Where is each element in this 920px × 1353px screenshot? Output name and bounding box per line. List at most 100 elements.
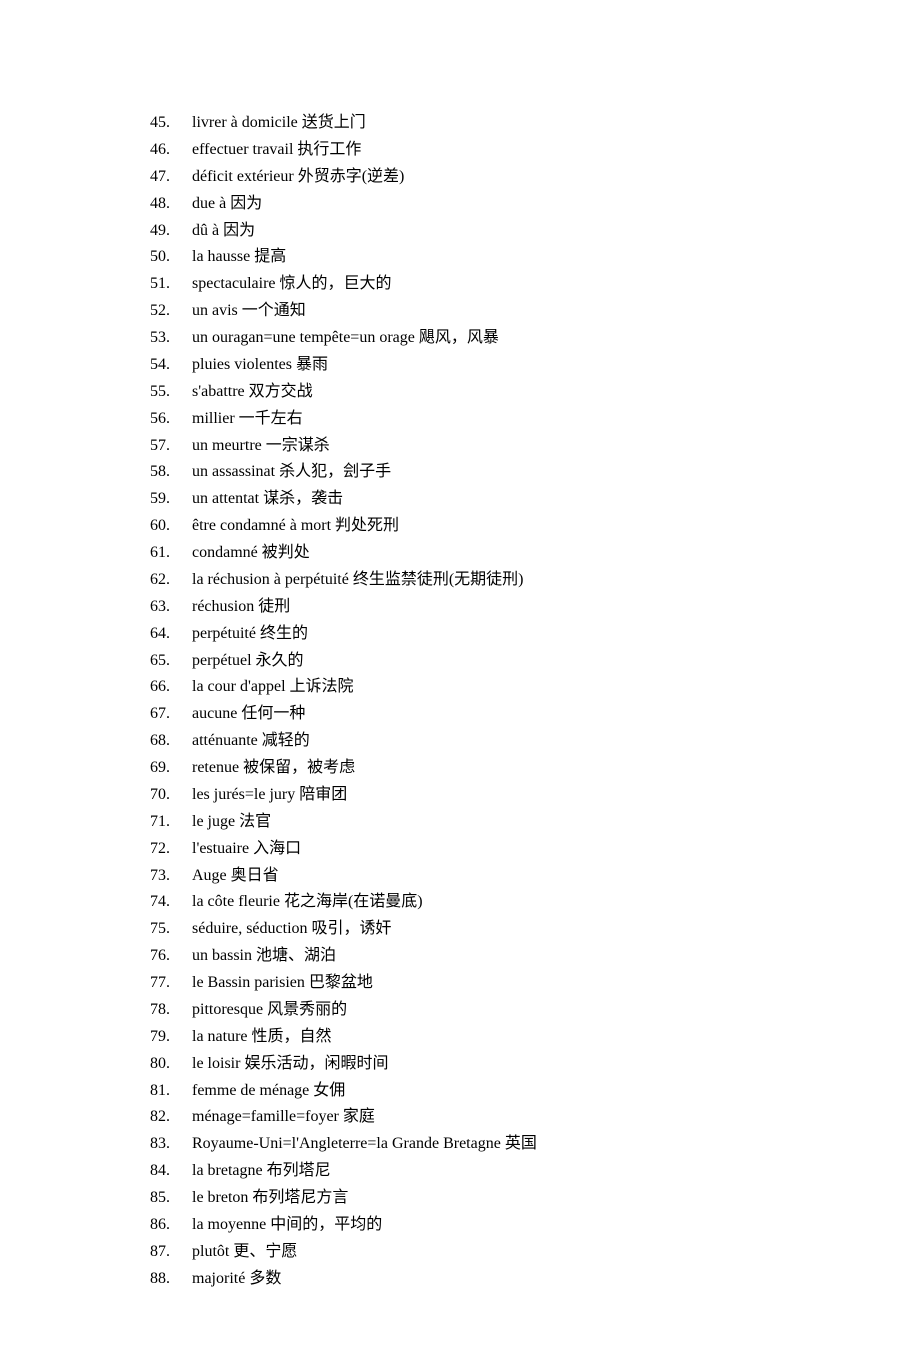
list-item: majorité 多数 bbox=[150, 1266, 860, 1293]
vocab-definition: 娱乐活动，闲暇时间 bbox=[244, 1055, 388, 1072]
vocab-term: spectaculaire bbox=[192, 275, 276, 292]
vocab-term: séduire, séduction bbox=[192, 920, 308, 937]
vocab-term: retenue bbox=[192, 759, 239, 776]
list-item: la côte fleurie 花之海岸(在诺曼底) bbox=[150, 889, 860, 916]
list-item: le Bassin parisien 巴黎盆地 bbox=[150, 970, 860, 997]
vocab-term: les jurés=le jury bbox=[192, 786, 295, 803]
vocab-term: ménage=famille=foyer bbox=[192, 1108, 339, 1125]
vocab-term: Auge bbox=[192, 867, 227, 884]
vocab-term: dû à bbox=[192, 222, 219, 239]
vocab-definition: 巴黎盆地 bbox=[309, 974, 373, 991]
vocab-definition: 永久的 bbox=[256, 652, 304, 669]
vocab-term: être condamné à mort bbox=[192, 517, 331, 534]
list-item: la hausse 提高 bbox=[150, 244, 860, 271]
vocab-definition: 飓风，风暴 bbox=[419, 329, 499, 346]
vocab-term: la hausse bbox=[192, 248, 250, 265]
list-item: livrer à domicile 送货上门 bbox=[150, 110, 860, 137]
vocab-definition: 谋杀，袭击 bbox=[263, 490, 343, 507]
vocab-term: déficit extérieur bbox=[192, 168, 294, 185]
vocab-definition: 判处死刑 bbox=[335, 517, 399, 534]
vocab-definition: 终生的 bbox=[260, 625, 308, 642]
list-item: plutôt 更、宁愿 bbox=[150, 1239, 860, 1266]
vocab-term: un ouragan=une tempête=un orage bbox=[192, 329, 415, 346]
list-item: perpétuel 永久的 bbox=[150, 648, 860, 675]
list-item: ménage=famille=foyer 家庭 bbox=[150, 1104, 860, 1131]
list-item: pluies violentes 暴雨 bbox=[150, 352, 860, 379]
vocab-definition: 减轻的 bbox=[262, 732, 310, 749]
vocab-term: un bassin bbox=[192, 947, 252, 964]
vocab-definition: 送货上门 bbox=[302, 114, 366, 131]
vocab-definition: 被判处 bbox=[262, 544, 310, 561]
list-item: s'abattre 双方交战 bbox=[150, 379, 860, 406]
list-item: être condamné à mort 判处死刑 bbox=[150, 513, 860, 540]
list-item: un assassinat 杀人犯，刽子手 bbox=[150, 459, 860, 486]
vocab-definition: 徒刑 bbox=[258, 598, 290, 615]
list-item: la réchusion à perpétuité 终生监禁徒刑(无期徒刑) bbox=[150, 567, 860, 594]
vocab-definition: 被保留，被考虑 bbox=[243, 759, 355, 776]
vocab-term: perpétuité bbox=[192, 625, 256, 642]
list-item: Royaume-Uni=l'Angleterre=la Grande Breta… bbox=[150, 1131, 860, 1158]
vocab-definition: 布列塔尼 bbox=[267, 1162, 331, 1179]
vocab-definition: 一个通知 bbox=[242, 302, 306, 319]
vocab-definition: 中间的，平均的 bbox=[270, 1216, 382, 1233]
vocab-definition: 家庭 bbox=[343, 1108, 375, 1125]
vocab-term: effectuer travail bbox=[192, 141, 293, 158]
vocab-definition: 多数 bbox=[249, 1270, 281, 1287]
vocab-definition: 风景秀丽的 bbox=[267, 1001, 347, 1018]
vocab-term: atténuante bbox=[192, 732, 258, 749]
list-item: l'estuaire 入海口 bbox=[150, 836, 860, 863]
list-item: le loisir 娱乐活动，闲暇时间 bbox=[150, 1051, 860, 1078]
list-item: la bretagne 布列塔尼 bbox=[150, 1158, 860, 1185]
vocab-definition: 池塘、湖泊 bbox=[256, 947, 336, 964]
vocab-definition: 花之海岸(在诺曼底) bbox=[284, 893, 423, 910]
list-item: condamné 被判处 bbox=[150, 540, 860, 567]
vocab-definition: 惊人的，巨大的 bbox=[280, 275, 392, 292]
list-item: la nature 性质，自然 bbox=[150, 1024, 860, 1051]
list-item: la cour d'appel 上诉法院 bbox=[150, 674, 860, 701]
vocab-term: plutôt bbox=[192, 1243, 229, 1260]
list-item: dû à 因为 bbox=[150, 218, 860, 245]
vocabulary-list: livrer à domicile 送货上门effectuer travail … bbox=[150, 110, 860, 1293]
vocab-definition: 性质，自然 bbox=[252, 1028, 332, 1045]
vocab-term: femme de ménage bbox=[192, 1082, 309, 1099]
list-item: séduire, séduction 吸引，诱奸 bbox=[150, 916, 860, 943]
list-item: réchusion 徒刑 bbox=[150, 594, 860, 621]
vocab-definition: 奥日省 bbox=[231, 867, 279, 884]
list-item: effectuer travail 执行工作 bbox=[150, 137, 860, 164]
vocab-definition: 双方交战 bbox=[249, 383, 313, 400]
vocab-term: le Bassin parisien bbox=[192, 974, 305, 991]
vocab-definition: 陪审团 bbox=[299, 786, 347, 803]
vocab-definition: 提高 bbox=[254, 248, 286, 265]
list-item: aucune 任何一种 bbox=[150, 701, 860, 728]
vocab-term: la cour d'appel bbox=[192, 678, 286, 695]
list-item: millier 一千左右 bbox=[150, 406, 860, 433]
vocab-definition: 女佣 bbox=[313, 1082, 345, 1099]
vocab-definition: 一宗谋杀 bbox=[266, 437, 330, 454]
vocab-term: la nature bbox=[192, 1028, 248, 1045]
vocab-term: un attentat bbox=[192, 490, 259, 507]
vocab-term: le loisir bbox=[192, 1055, 240, 1072]
document-page: livrer à domicile 送货上门effectuer travail … bbox=[0, 0, 920, 1353]
vocab-term: due à bbox=[192, 195, 226, 212]
list-item: les jurés=le jury 陪审团 bbox=[150, 782, 860, 809]
vocab-definition: 杀人犯，刽子手 bbox=[279, 463, 391, 480]
list-item: pittoresque 风景秀丽的 bbox=[150, 997, 860, 1024]
list-item: perpétuité 终生的 bbox=[150, 621, 860, 648]
vocab-term: s'abattre bbox=[192, 383, 245, 400]
list-item: atténuante 减轻的 bbox=[150, 728, 860, 755]
list-item: Auge 奥日省 bbox=[150, 863, 860, 890]
vocab-term: l'estuaire bbox=[192, 840, 249, 857]
list-item: déficit extérieur 外贸赤字(逆差) bbox=[150, 164, 860, 191]
vocab-definition: 暴雨 bbox=[296, 356, 328, 373]
list-item: femme de ménage 女佣 bbox=[150, 1078, 860, 1105]
vocab-definition: 终生监禁徒刑(无期徒刑) bbox=[353, 571, 524, 588]
vocab-definition: 因为 bbox=[223, 222, 255, 239]
list-item: la moyenne 中间的，平均的 bbox=[150, 1212, 860, 1239]
vocab-term: livrer à domicile bbox=[192, 114, 298, 131]
vocab-term: la réchusion à perpétuité bbox=[192, 571, 349, 588]
list-item: un meurtre 一宗谋杀 bbox=[150, 433, 860, 460]
vocab-term: aucune bbox=[192, 705, 237, 722]
vocab-definition: 英国 bbox=[505, 1135, 537, 1152]
vocab-term: pluies violentes bbox=[192, 356, 292, 373]
vocab-term: pittoresque bbox=[192, 1001, 263, 1018]
